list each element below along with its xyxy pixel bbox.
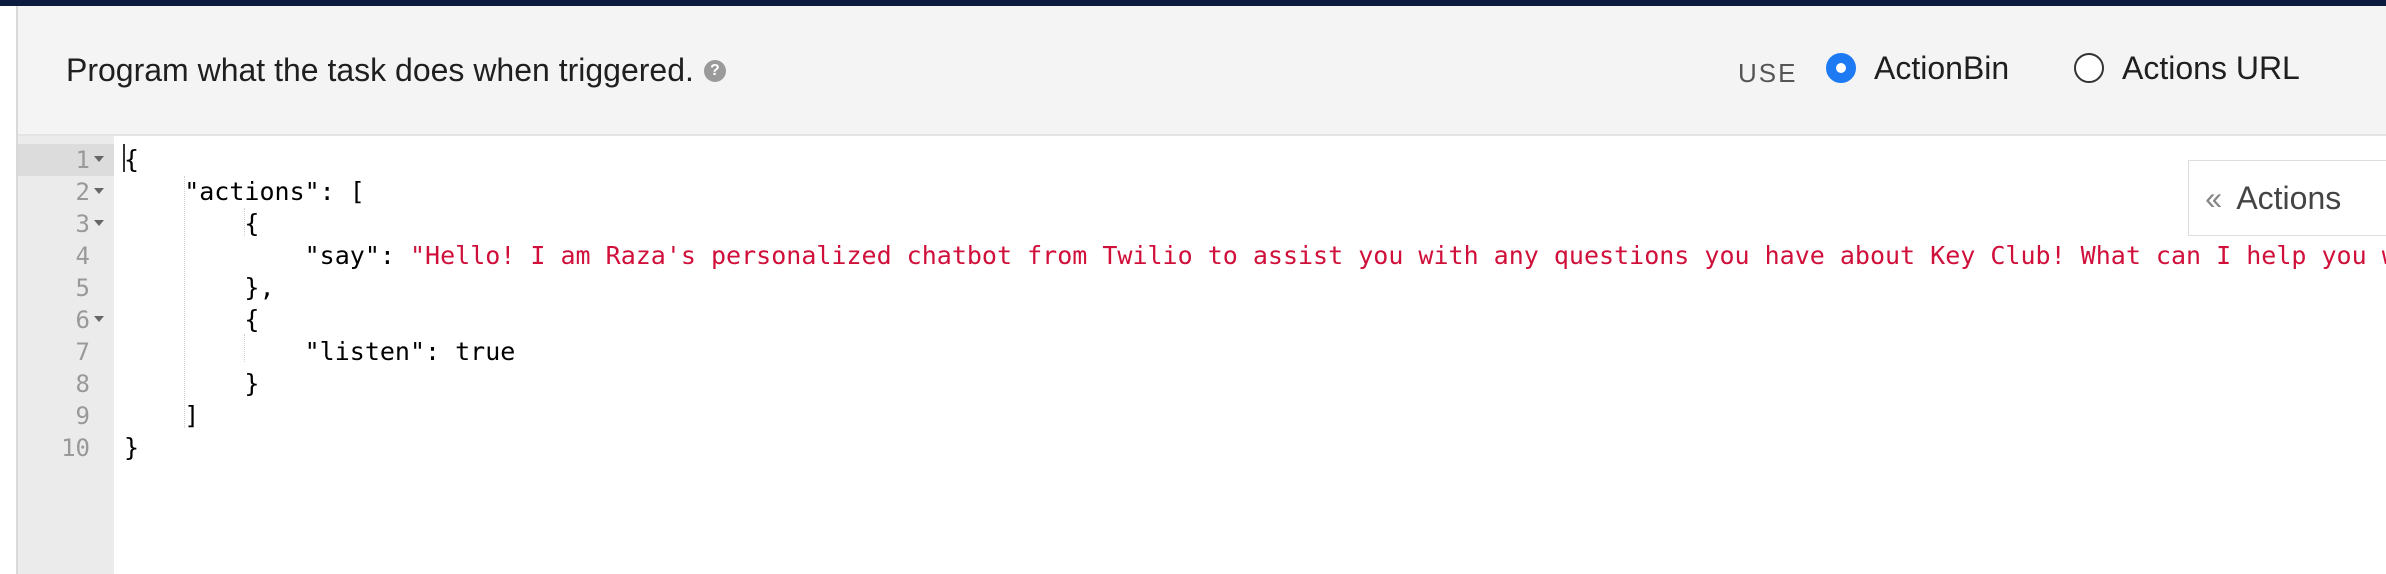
code-line[interactable]: 2 "actions": [ (18, 176, 2386, 208)
line-number: 8 (75, 370, 90, 398)
radio-actions-url-label[interactable]: Actions URL (2122, 50, 2300, 87)
code-line[interactable]: 3 { (18, 208, 2386, 240)
code-text: { (124, 208, 259, 240)
code-text: { (124, 304, 259, 336)
line-number: 4 (75, 242, 90, 270)
code-token: } (124, 433, 140, 462)
code-line[interactable]: 7 "listen": true (18, 336, 2386, 368)
code-text: } (124, 368, 259, 400)
line-number: 6 (75, 306, 90, 334)
code-editor[interactable]: 1{2 "actions": [3 {4 "say": "Hello! I am… (18, 136, 2386, 574)
code-token: { (124, 145, 140, 174)
use-label: USE (1738, 58, 1798, 88)
code-token: "say": (124, 241, 410, 270)
code-token: { (124, 209, 260, 238)
line-number: 7 (75, 338, 90, 366)
code-line[interactable]: 9 ] (18, 400, 2386, 432)
code-text: "say": "Hello! I am Raza's personalized … (124, 240, 2386, 272)
panel-title-text: Program what the task does when triggere… (66, 52, 694, 88)
actions-side-tab-label: Actions (2236, 179, 2342, 216)
code-token: ] (124, 401, 200, 430)
code-line[interactable]: 4 "say": "Hello! I am Raza's personalize… (18, 240, 2386, 272)
radio-actionbin[interactable]: ActionBin (1826, 46, 2009, 90)
line-number: 10 (61, 434, 90, 462)
code-line[interactable]: 6 { (18, 304, 2386, 336)
actions-side-tab[interactable]: ‹‹ Actions (2188, 160, 2386, 236)
code-token: { (124, 305, 260, 334)
chevron-double-left-icon: ‹‹ (2205, 179, 2222, 216)
code-line[interactable]: 5 }, (18, 272, 2386, 304)
code-token: "actions": [ (124, 177, 365, 206)
indent-guide (184, 176, 185, 428)
indent-guide (244, 334, 245, 362)
fold-arrow-icon[interactable] (94, 220, 104, 226)
task-actions-panel: Program what the task does when triggere… (16, 6, 2386, 574)
radio-actionbin-circle[interactable] (1826, 53, 1856, 83)
code-line[interactable]: 8 } (18, 368, 2386, 400)
code-line[interactable]: 1{ (18, 144, 2386, 176)
line-number: 5 (75, 274, 90, 302)
code-text: "actions": [ (124, 176, 365, 208)
radio-actionbin-label[interactable]: ActionBin (1874, 50, 2009, 87)
line-number-text: 1 (75, 146, 90, 174)
radio-actions-url-circle[interactable] (2074, 53, 2104, 83)
code-text: } (124, 432, 139, 464)
line-number: 3 (75, 210, 90, 238)
panel-title: Program what the task does when triggere… (66, 52, 726, 89)
fold-arrow-icon[interactable] (94, 188, 104, 194)
code-text: { (124, 144, 139, 176)
line-number: 2 (75, 178, 90, 206)
code-text: "listen": true (124, 336, 516, 368)
code-token: } (124, 369, 260, 398)
code-line[interactable]: 10} (18, 432, 2386, 464)
line-number: 9 (75, 402, 90, 430)
code-text: ] (124, 400, 199, 432)
radio-actions-url[interactable]: Actions URL (2074, 46, 2300, 90)
code-token: }, (124, 273, 275, 302)
fold-arrow-icon[interactable] (94, 316, 104, 322)
code-string: "Hello! I am Raza's personalized chatbot… (409, 241, 2386, 270)
code-token: "listen": true (124, 337, 516, 366)
text-cursor (123, 144, 125, 172)
panel-header: Program what the task does when triggere… (18, 6, 2386, 136)
help-icon[interactable]: ? (703, 59, 726, 82)
indent-guide (244, 208, 245, 236)
fold-arrow-icon[interactable] (94, 156, 104, 162)
code-text: }, (124, 272, 275, 304)
